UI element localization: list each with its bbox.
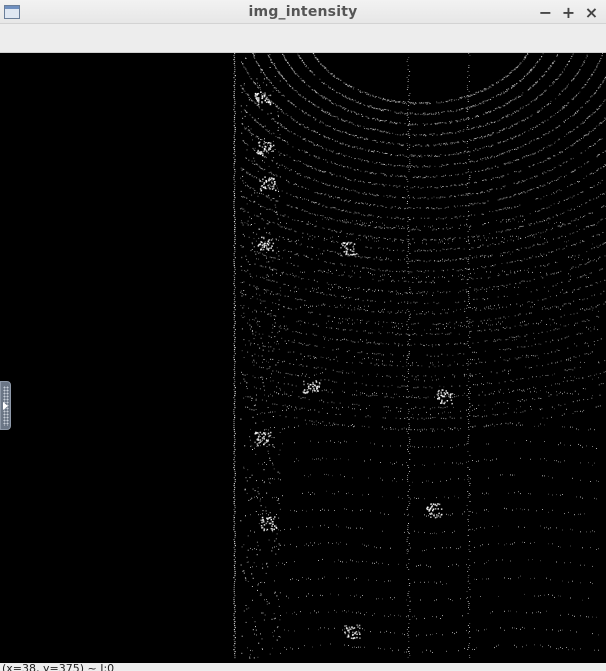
toolbar [0, 24, 606, 53]
title-bar[interactable]: img_intensity − + × [0, 0, 606, 24]
status-text: (x=38, y=375) ~ I:0 [2, 663, 115, 671]
minimize-button[interactable]: − [537, 2, 554, 22]
panel-expand-icon [3, 402, 8, 410]
intensity-image [233, 53, 606, 659]
side-panel-toggle[interactable] [0, 381, 11, 430]
window-title: img_intensity [248, 3, 358, 20]
close-button[interactable]: × [583, 2, 600, 22]
window-app-icon [4, 5, 20, 19]
window-controls: − + × [537, 2, 600, 22]
image-window: img_intensity − + × (x=38, y=375) ~ I:0 [0, 0, 606, 671]
status-bar: (x=38, y=375) ~ I:0 [0, 663, 606, 671]
image-canvas[interactable] [0, 53, 606, 663]
maximize-button[interactable]: + [560, 2, 577, 22]
